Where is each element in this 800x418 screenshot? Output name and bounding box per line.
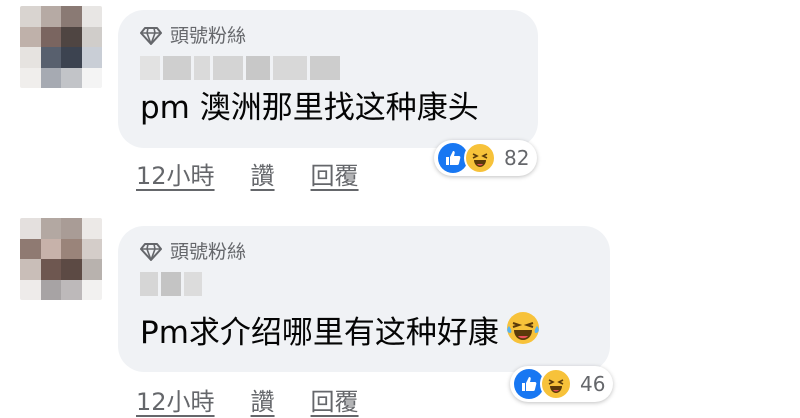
timestamp-link[interactable]: 12小時: [136, 156, 215, 191]
reaction-count: 46: [580, 372, 606, 396]
like-button[interactable]: 讚: [251, 156, 275, 191]
diamond-icon: [140, 27, 162, 45]
reaction-summary[interactable]: 46: [510, 366, 614, 402]
commenter-name-blurred[interactable]: [140, 56, 516, 80]
comment-text: Pm求介绍哪里有这种好康: [140, 310, 588, 356]
badge-label: 頭號粉絲: [170, 241, 247, 263]
diamond-icon: [140, 243, 162, 261]
avatar[interactable]: [20, 6, 102, 88]
comment-bubble: 頭號粉絲 pm 澳洲那里找这种康头: [118, 10, 538, 148]
haha-reaction-icon: [464, 142, 496, 174]
reaction-summary[interactable]: 82: [434, 140, 538, 176]
haha-reaction-icon: [540, 368, 572, 400]
like-button[interactable]: 讚: [251, 382, 275, 417]
comment-bubble: 頭號粉絲 Pm求介绍哪里有这种好康: [118, 226, 610, 372]
comment-actions: 12小時 讚 回覆: [136, 382, 359, 417]
comment-actions: 12小時 讚 回覆: [136, 156, 359, 191]
commenter-name-blurred[interactable]: [140, 272, 588, 296]
comment-text: pm 澳洲那里找这种康头: [140, 90, 479, 126]
avatar[interactable]: [20, 218, 102, 300]
timestamp-link[interactable]: 12小時: [136, 382, 215, 417]
top-fan-badge: 頭號粉絲: [140, 24, 516, 48]
laughing-crying-emoji-icon: [505, 310, 541, 356]
top-fan-badge: 頭號粉絲: [140, 240, 588, 264]
reply-button[interactable]: 回覆: [311, 382, 359, 417]
badge-label: 頭號粉絲: [170, 25, 247, 47]
reaction-count: 82: [504, 146, 530, 170]
reply-button[interactable]: 回覆: [311, 156, 359, 191]
